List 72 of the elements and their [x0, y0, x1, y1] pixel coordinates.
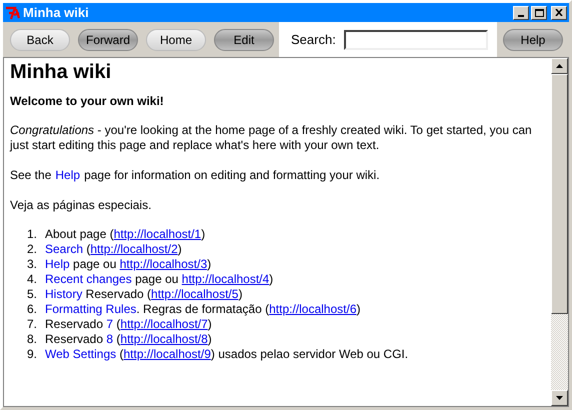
- scrollbar[interactable]: [551, 58, 568, 406]
- list-number: 8.: [26, 332, 37, 347]
- list-text: page for information on editing and formatting your wiki.: [84, 168, 380, 183]
- wiki-link[interactable]: Help: [55, 168, 80, 183]
- scroll-up-button[interactable]: [551, 58, 568, 74]
- list-text: (: [85, 242, 90, 257]
- list-text: (: [115, 317, 120, 332]
- wiki-link[interactable]: Search: [45, 242, 84, 257]
- toolbar-button[interactable]: Help: [503, 28, 563, 50]
- up-arrow-icon: [556, 64, 563, 68]
- list-text: About page (: [45, 227, 114, 242]
- toolbar-button[interactable]: Back: [10, 28, 70, 50]
- wiki-link[interactable]: Web Settings: [45, 347, 116, 362]
- wiki-link[interactable]: 7: [106, 317, 114, 332]
- wiki-link[interactable]: Help: [45, 257, 70, 272]
- intro-paragraph: Congratulations - you're looking at the home page of a freshly created wiki. To get started, you can just start editing this page and replace what's here with your own text.: [10, 123, 533, 153]
- scroll-down-button[interactable]: [551, 390, 568, 406]
- list-text: ): [269, 272, 274, 287]
- list-text: ): [238, 287, 242, 302]
- wiki-link[interactable]: Formatting Rules: [45, 302, 136, 317]
- list-text: ): [356, 302, 360, 317]
- url-link[interactable]: http://localhost/4: [182, 272, 270, 287]
- close-button[interactable]: [551, 6, 567, 20]
- url-link[interactable]: http://localhost/3: [120, 257, 208, 272]
- list-text: See the: [10, 168, 52, 183]
- special-pages-text: Veja as páginas especiais.: [10, 198, 152, 213]
- list-number: 7.: [26, 317, 37, 332]
- list-text: . Regras de formatação (: [136, 302, 270, 317]
- list-text: (: [115, 332, 120, 347]
- list-number: 2.: [26, 242, 37, 257]
- toolbar-button[interactable]: Home: [146, 28, 206, 50]
- url-link[interactable]: http://localhost/8: [120, 332, 208, 347]
- url-link[interactable]: http://localhost/5: [151, 287, 238, 302]
- list-text: page ou: [72, 257, 118, 272]
- list-text: Reservado (: [84, 287, 152, 302]
- list-text: ): [178, 242, 182, 257]
- app-logo-icon: [5, 6, 21, 20]
- search-field[interactable]: [344, 30, 488, 50]
- list-text: Reservado: [45, 332, 104, 347]
- url-link[interactable]: http://localhost/9: [124, 347, 211, 362]
- url-link[interactable]: http://localhost/1: [114, 227, 202, 242]
- list-text: Reservado: [45, 317, 104, 332]
- list-text: page ou: [134, 272, 180, 287]
- toolbar-button[interactable]: Forward: [78, 28, 138, 50]
- list-number: 4.: [26, 272, 37, 287]
- list-number: 9.: [26, 347, 37, 362]
- list-text: (: [118, 347, 124, 362]
- toolbar-button[interactable]: Edit: [214, 28, 274, 50]
- list-text: ): [207, 257, 212, 272]
- scroll-thumb[interactable]: [551, 74, 568, 314]
- list-number: 1.: [26, 227, 37, 242]
- maximize-button[interactable]: [531, 6, 547, 20]
- url-link[interactable]: http://localhost/7: [120, 317, 208, 332]
- url-link[interactable]: http://localhost/6: [269, 302, 356, 317]
- list-number: 6.: [26, 302, 37, 317]
- close-icon: [555, 9, 563, 16]
- list-number: 3.: [26, 257, 37, 272]
- url-link[interactable]: http://localhost/2: [90, 242, 178, 257]
- search-label: Search:: [291, 30, 336, 49]
- list-text: ) usados pelao servidor Web ou CGI.: [210, 347, 408, 362]
- list-text: ): [208, 317, 212, 332]
- list-number: 5.: [26, 287, 37, 302]
- wiki-link[interactable]: History: [45, 287, 82, 302]
- down-arrow-icon: [556, 396, 563, 400]
- wiki-link[interactable]: 8: [106, 332, 114, 347]
- minimize-button[interactable]: [513, 6, 529, 20]
- page-heading: Minha wiki: [10, 60, 112, 84]
- window-title: Minha wiki: [23, 4, 90, 22]
- list-text: ): [201, 227, 206, 242]
- wiki-link[interactable]: Recent changes: [45, 272, 132, 287]
- welcome-text: Welcome to your own wiki!: [10, 94, 165, 109]
- list-text: ): [208, 332, 212, 347]
